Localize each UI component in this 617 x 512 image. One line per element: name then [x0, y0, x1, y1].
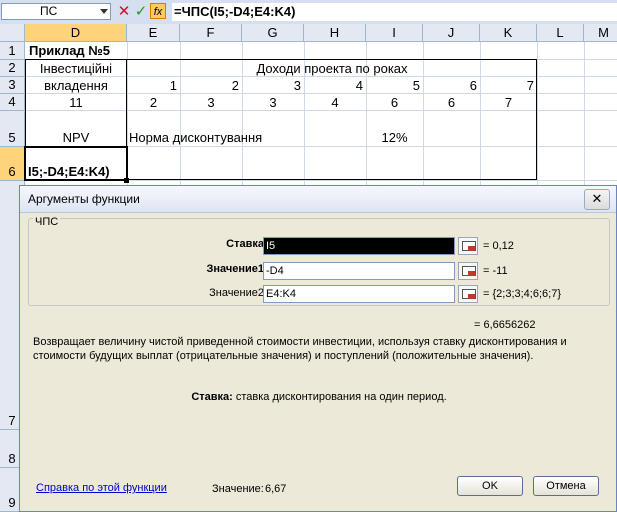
column-header-m[interactable]: M: [584, 24, 617, 42]
income-cell[interactable]: 3: [242, 95, 304, 110]
row-header-2[interactable]: 2: [0, 60, 25, 77]
value-label: Значение:: [212, 483, 264, 495]
column-header-k[interactable]: K: [480, 24, 537, 42]
help-link[interactable]: Справка по этой функции: [36, 482, 167, 494]
row-header-1[interactable]: 1: [0, 42, 25, 60]
chevron-down-icon[interactable]: [100, 9, 108, 14]
cell-d2[interactable]: Інвестиційні: [25, 61, 127, 76]
column-header-g[interactable]: G: [242, 24, 304, 42]
cell-d1[interactable]: Приклад №5: [29, 43, 110, 58]
arg-label-value2: Значение2: [209, 287, 264, 299]
arg-input-value1[interactable]: -D4: [263, 262, 455, 280]
cell-d5[interactable]: NPV: [25, 130, 127, 145]
year-cell[interactable]: 2: [180, 78, 239, 93]
year-cell[interactable]: 5: [366, 78, 420, 93]
row-header-5[interactable]: 5: [0, 111, 25, 147]
select-all-corner[interactable]: [0, 24, 25, 42]
income-cell[interactable]: 6: [366, 95, 423, 110]
formula-input[interactable]: =ЧПС(I5;-D4;E4:K4): [172, 3, 617, 21]
row-header-6[interactable]: 6: [0, 147, 25, 181]
insert-function-button[interactable]: fx: [150, 3, 166, 19]
row-header-3[interactable]: 3: [0, 77, 25, 94]
collapse-dialog-icon[interactable]: [458, 237, 478, 255]
arguments-group: ЧПС Ставка I5 = 0,12 Значение1 -D4 = -11…: [28, 216, 610, 306]
collapse-dialog-icon[interactable]: [458, 262, 478, 280]
function-name: ЧПС: [33, 216, 61, 228]
enter-formula-icon[interactable]: ✓: [133, 3, 149, 20]
value-result: 6,67: [265, 483, 287, 495]
dialog-title-bar[interactable]: Аргументы функции ✕: [20, 186, 616, 213]
year-cell[interactable]: 3: [242, 78, 301, 93]
column-header-d[interactable]: D: [25, 24, 127, 42]
income-cell[interactable]: 3: [180, 95, 242, 110]
argument-help-label: Ставка:: [191, 391, 233, 403]
function-description: Возвращает величину чистой приведенной с…: [33, 336, 567, 362]
arg-input-value2[interactable]: E4:K4: [263, 285, 455, 303]
cell-e5[interactable]: Норма дисконтування: [129, 130, 262, 145]
year-cell[interactable]: 6: [423, 78, 477, 93]
column-header-h[interactable]: H: [304, 24, 366, 42]
argument-help-text: ставка дисконтирования на один период.: [235, 391, 447, 403]
year-cell[interactable]: 7: [480, 78, 534, 93]
year-cell[interactable]: 4: [304, 78, 363, 93]
row2-header[interactable]: Доходи проекта по роках: [127, 61, 537, 76]
total-result: = 6,6656262: [474, 319, 536, 331]
name-box[interactable]: ПС: [1, 3, 111, 20]
fill-handle[interactable]: [124, 178, 129, 183]
cell-d6[interactable]: I5;-D4;E4:K4): [28, 164, 110, 179]
cancel-formula-icon[interactable]: ✕: [116, 3, 132, 20]
arg-label-rate: Ставка: [226, 238, 264, 250]
cell-i5[interactable]: 12%: [366, 130, 423, 145]
argument-help: Ставка: ставка дисконтирования на один п…: [20, 391, 617, 403]
arg-label-value1: Значение1: [206, 263, 264, 275]
income-cell[interactable]: 7: [480, 95, 537, 110]
function-arguments-dialog: Аргументы функции ✕ ЧПС Ставка I5 = 0,12…: [19, 185, 617, 512]
income-cell[interactable]: 4: [304, 95, 366, 110]
formula-bar: ПС ✕ ✓ fx =ЧПС(I5;-D4;E4:K4): [0, 0, 617, 25]
collapse-dialog-icon[interactable]: [458, 285, 478, 303]
column-header-f[interactable]: F: [180, 24, 242, 42]
cell-d4[interactable]: 11: [25, 95, 127, 110]
column-header-e[interactable]: E: [127, 24, 180, 42]
income-cell[interactable]: 2: [127, 95, 180, 110]
column-header-j[interactable]: J: [423, 24, 480, 42]
arg-result-rate: = 0,12: [483, 240, 514, 252]
column-header-l[interactable]: L: [537, 24, 584, 42]
name-box-value: ПС: [40, 4, 58, 18]
column-header-i[interactable]: I: [366, 24, 423, 42]
dialog-title: Аргументы функции: [28, 192, 140, 206]
cell-d3[interactable]: вкладення: [25, 78, 127, 93]
income-cell[interactable]: 6: [423, 95, 480, 110]
arg-result-value1: = -11: [483, 265, 508, 277]
arg-result-value2: = {2;3;3;4;6;6;7}: [483, 288, 561, 300]
year-cell[interactable]: 1: [127, 78, 177, 93]
ok-button[interactable]: OK: [457, 476, 523, 496]
arg-input-rate[interactable]: I5: [263, 237, 455, 255]
close-icon[interactable]: ✕: [584, 189, 610, 210]
cancel-button[interactable]: Отмена: [533, 476, 599, 496]
row-header-4[interactable]: 4: [0, 94, 25, 111]
